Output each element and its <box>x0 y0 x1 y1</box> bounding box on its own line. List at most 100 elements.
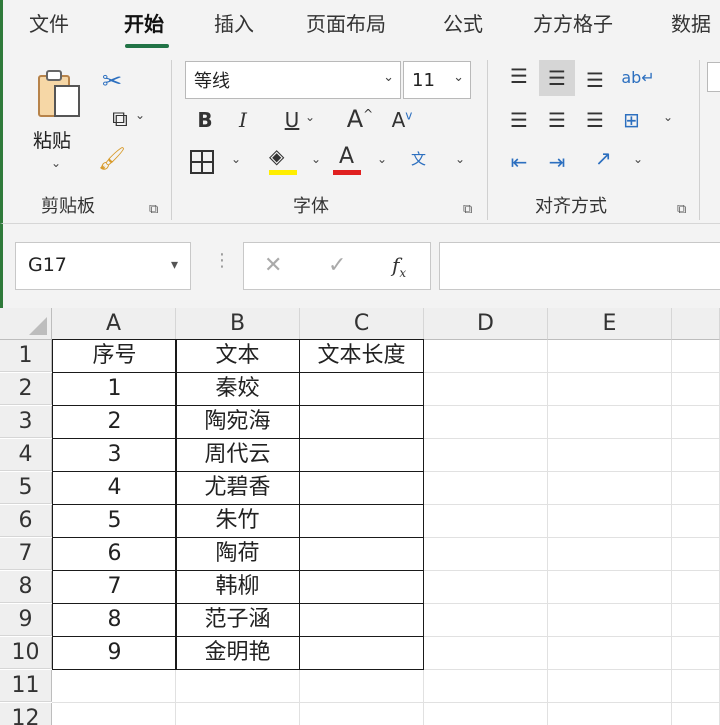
cell-a7[interactable]: 6 <box>52 537 177 571</box>
cell-b3[interactable]: 陶宛海 <box>175 405 300 439</box>
cell-a10[interactable]: 9 <box>52 636 177 670</box>
cell-c2[interactable] <box>299 372 424 406</box>
column-header-c[interactable]: C <box>300 308 424 340</box>
tab-insert[interactable]: 插入 <box>214 8 254 37</box>
cell-c3[interactable] <box>299 405 424 439</box>
cell-e1[interactable] <box>548 340 672 373</box>
row-header[interactable]: 1 <box>0 340 52 372</box>
cell-a5[interactable]: 4 <box>52 471 177 505</box>
cell-d10[interactable] <box>424 637 548 670</box>
wrap-text-button[interactable]: ab↵ <box>621 60 655 94</box>
cell-b8[interactable]: 韩柳 <box>175 570 300 604</box>
font-launcher-icon[interactable]: ⧉ <box>463 202 472 217</box>
cell-d6[interactable] <box>424 505 548 538</box>
cell-f3[interactable] <box>672 406 720 439</box>
align-top-button[interactable]: ☰ <box>503 60 535 92</box>
row-header[interactable]: 4 <box>0 439 52 471</box>
align-middle-button[interactable]: ☰ <box>539 60 575 96</box>
font-color-button[interactable]: A ⌄ <box>333 144 389 180</box>
cell-d9[interactable] <box>424 604 548 637</box>
row-header[interactable]: 8 <box>0 571 52 603</box>
cell-e5[interactable] <box>548 472 672 505</box>
cell-e11[interactable] <box>548 670 672 703</box>
row-header[interactable]: 6 <box>0 505 52 537</box>
cell-f6[interactable] <box>672 505 720 538</box>
column-header-f[interactable] <box>672 308 720 340</box>
fill-color-button[interactable]: ◈ ⌄ <box>265 144 323 180</box>
cell-a6[interactable]: 5 <box>52 504 177 538</box>
cell-a3[interactable]: 2 <box>52 405 177 439</box>
cell-b6[interactable]: 朱竹 <box>175 504 300 538</box>
cell-d5[interactable] <box>424 472 548 505</box>
cell-c4[interactable] <box>299 438 424 472</box>
cell-d11[interactable] <box>424 670 548 703</box>
bold-button[interactable]: B <box>191 104 219 136</box>
cell-c12[interactable] <box>300 703 424 725</box>
decrease-indent-button[interactable]: ⇤ <box>503 146 535 178</box>
row-header[interactable]: 12 <box>0 703 52 725</box>
row-header[interactable]: 2 <box>0 373 52 405</box>
phonetic-button[interactable]: 文 ⌄ <box>411 144 467 180</box>
cancel-icon[interactable]: ✕ <box>264 253 282 278</box>
cell-d2[interactable] <box>424 373 548 406</box>
cell-d12[interactable] <box>424 703 548 725</box>
select-all-button[interactable] <box>0 308 52 340</box>
increase-indent-button[interactable]: ⇥ <box>541 146 573 178</box>
cell-e6[interactable] <box>548 505 672 538</box>
align-bottom-button[interactable]: ☰ <box>579 64 611 96</box>
cell-f4[interactable] <box>672 439 720 472</box>
font-size-select[interactable]: 11 ⌄ <box>403 61 471 99</box>
cell-e12[interactable] <box>548 703 672 725</box>
tab-home[interactable]: 开始 <box>124 8 164 37</box>
orientation-button[interactable]: ↗ ⌄ <box>591 144 647 180</box>
column-header-d[interactable]: D <box>424 308 548 340</box>
cell-c1[interactable]: 文本长度 <box>299 339 424 373</box>
number-format-button[interactable] <box>707 62 720 92</box>
align-center-button[interactable]: ☰ <box>541 104 573 136</box>
cell-e3[interactable] <box>548 406 672 439</box>
cell-e7[interactable] <box>548 538 672 571</box>
cell-a1[interactable]: 序号 <box>52 339 177 373</box>
cell-b10[interactable]: 金明艳 <box>175 636 300 670</box>
cell-d4[interactable] <box>424 439 548 472</box>
cell-e8[interactable] <box>548 571 672 604</box>
paste-dropdown-icon[interactable]: ⌄ <box>51 156 61 170</box>
cell-f9[interactable] <box>672 604 720 637</box>
cell-c8[interactable] <box>299 570 424 604</box>
cell-e9[interactable] <box>548 604 672 637</box>
cell-a11[interactable] <box>52 670 176 703</box>
cell-e2[interactable] <box>548 373 672 406</box>
cell-e4[interactable] <box>548 439 672 472</box>
cell-b2[interactable]: 秦姣 <box>175 372 300 406</box>
cell-b5[interactable]: 尤碧香 <box>175 471 300 505</box>
format-painter-button[interactable]: 🖌 <box>97 144 127 174</box>
tab-file[interactable]: 文件 <box>29 8 69 37</box>
cell-b9[interactable]: 范子涵 <box>175 603 300 637</box>
cell-f1[interactable] <box>672 340 720 373</box>
cell-c10[interactable] <box>299 636 424 670</box>
fx-icon[interactable]: fx <box>392 253 406 280</box>
tab-page-layout[interactable]: 页面布局 <box>306 8 386 37</box>
cell-b7[interactable]: 陶荷 <box>175 537 300 571</box>
row-header[interactable]: 7 <box>0 538 52 570</box>
cell-f11[interactable] <box>672 670 720 703</box>
cell-f10[interactable] <box>672 637 720 670</box>
cell-c7[interactable] <box>299 537 424 571</box>
decrease-font-button[interactable]: Av <box>385 104 419 136</box>
cell-f5[interactable] <box>672 472 720 505</box>
cell-b12[interactable] <box>176 703 300 725</box>
cell-d1[interactable] <box>424 340 548 373</box>
cell-c9[interactable] <box>299 603 424 637</box>
cell-a4[interactable]: 3 <box>52 438 177 472</box>
row-header[interactable]: 5 <box>0 472 52 504</box>
cell-a2[interactable]: 1 <box>52 372 177 406</box>
column-header-e[interactable]: E <box>548 308 672 340</box>
merge-button[interactable]: ⊞ ⌄ <box>621 104 677 136</box>
cell-a8[interactable]: 7 <box>52 570 177 604</box>
enter-icon[interactable]: ✓ <box>328 253 346 278</box>
italic-button[interactable]: I <box>229 104 257 136</box>
copy-button[interactable]: ⧉ ⌄ <box>95 104 145 134</box>
column-header-b[interactable]: B <box>176 308 300 340</box>
row-header[interactable]: 10 <box>0 637 52 669</box>
cell-d8[interactable] <box>424 571 548 604</box>
